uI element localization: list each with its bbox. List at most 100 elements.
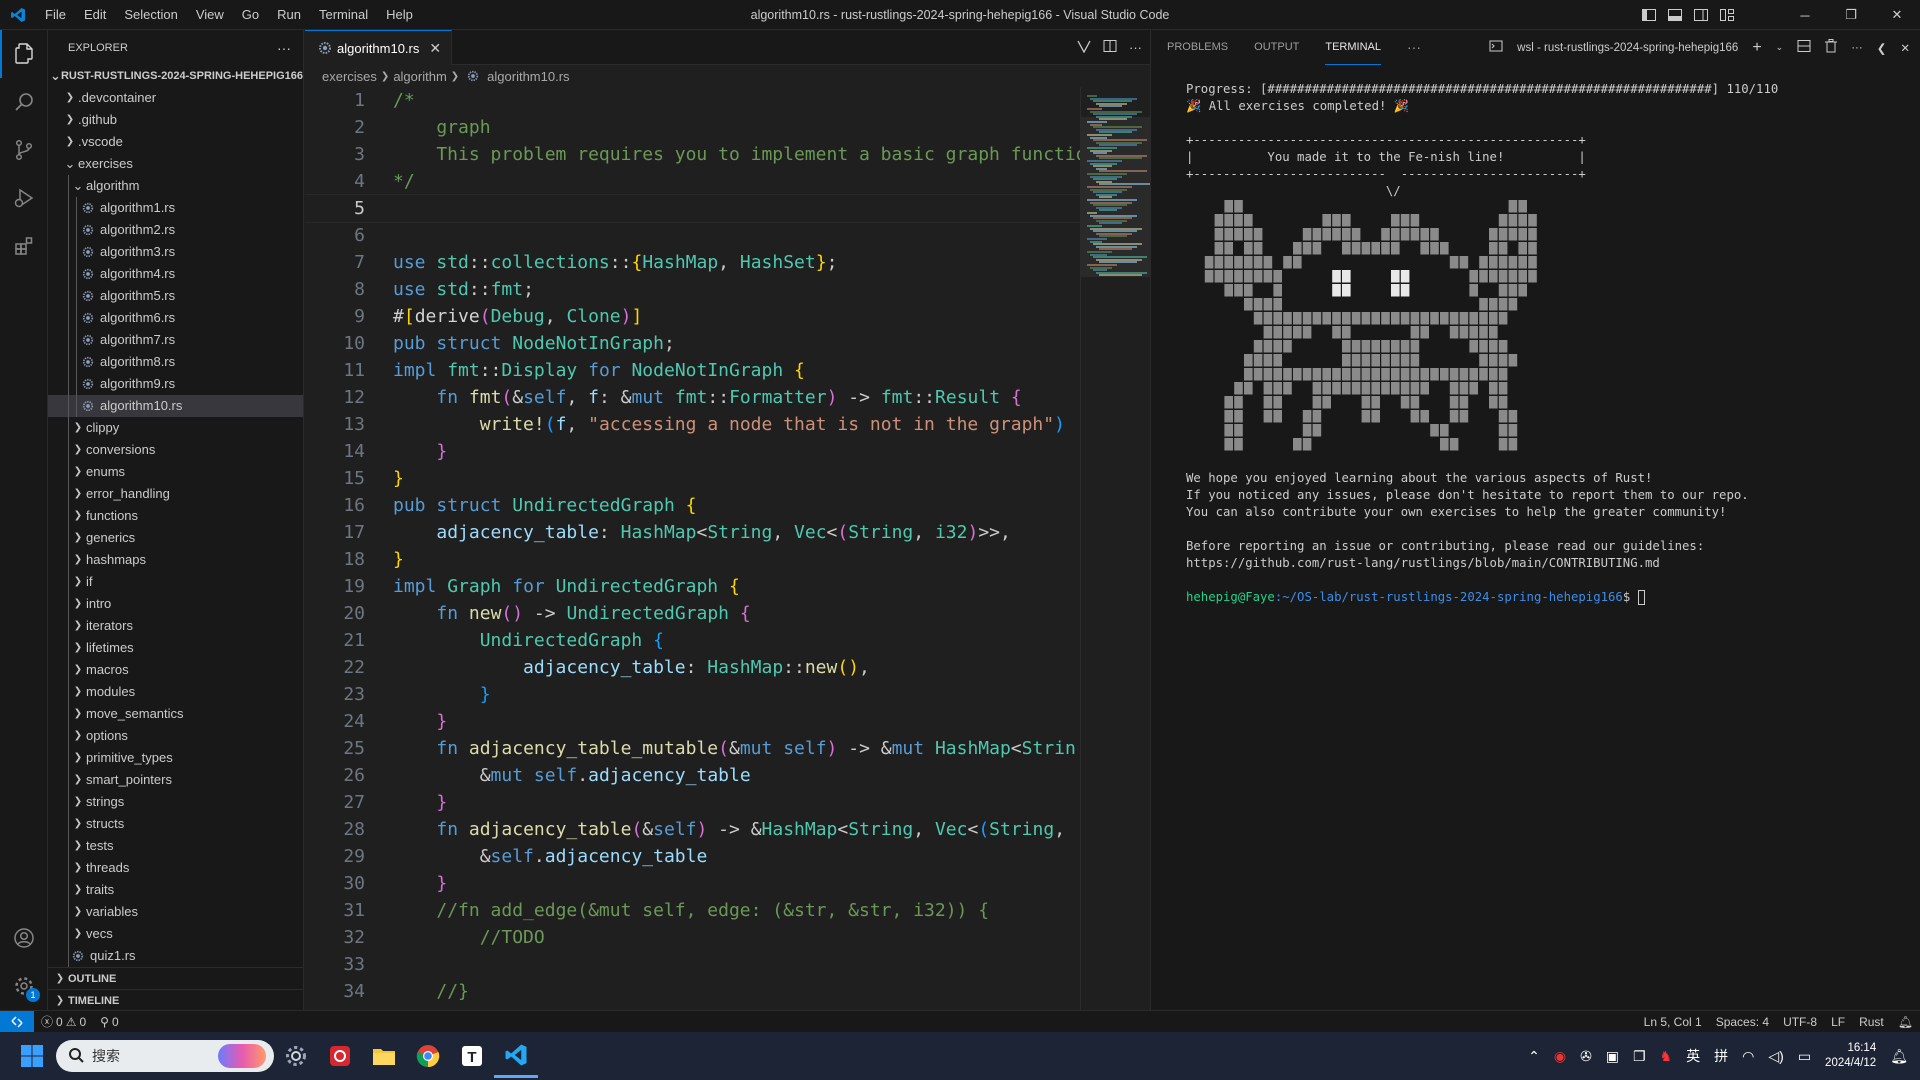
notification-bell-icon[interactable]: 🔔︎: [1890, 1048, 1908, 1065]
code-line[interactable]: 26 &mut self.adjacency_table: [305, 762, 1085, 789]
code-editor[interactable]: 1/* 2 graph 3 This problem requires you to…: [305, 87, 1085, 1010]
terminal-more-icon[interactable]: ···: [1851, 42, 1863, 54]
toggle-secondary-sidebar-icon[interactable]: [1688, 0, 1714, 30]
ime-language[interactable]: 英: [1686, 1046, 1700, 1066]
files-icon[interactable]: [0, 30, 48, 78]
tree-folder[interactable]: ❯ enums: [48, 461, 303, 483]
tree-file[interactable]: algorithm10.rs: [48, 395, 303, 417]
remote-indicator-icon[interactable]: [0, 1010, 34, 1033]
code-line[interactable]: 15}: [305, 465, 1085, 492]
minimize-icon[interactable]: ─: [1782, 0, 1828, 30]
taskbar-search[interactable]: 搜索: [56, 1040, 274, 1072]
tree-folder[interactable]: ❯ modules: [48, 681, 303, 703]
tree-file[interactable]: algorithm1.rs: [48, 197, 303, 219]
code-line[interactable]: 8 use std::fmt;: [305, 276, 1085, 303]
close-window-icon[interactable]: ✕: [1874, 0, 1920, 30]
split-terminal-icon[interactable]: [1797, 39, 1811, 56]
tree-file[interactable]: algorithm6.rs: [48, 307, 303, 329]
menu-view[interactable]: View: [187, 0, 233, 30]
tree-folder[interactable]: ❯ threads: [48, 857, 303, 879]
tree-file[interactable]: algorithm8.rs: [48, 351, 303, 373]
tree-folder[interactable]: ❯ tests: [48, 835, 303, 857]
panel-more-icon[interactable]: ···: [1407, 30, 1421, 65]
code-line[interactable]: 24 }: [305, 708, 1085, 735]
tree-folder[interactable]: ❯ vecs: [48, 923, 303, 945]
code-line[interactable]: 27 }: [305, 789, 1085, 816]
code-line[interactable]: 22 adjacency_table: HashMap::new(),: [305, 654, 1085, 681]
code-line[interactable]: 20 fn new() -> UndirectedGraph {: [305, 600, 1085, 627]
tree-folder[interactable]: ❯ hashmaps: [48, 549, 303, 571]
notifications-icon[interactable]: 🔔︎: [1891, 1015, 1920, 1029]
tree-folder[interactable]: ❯ conversions: [48, 439, 303, 461]
tree-folder-algorithm[interactable]: ⌄ algorithm: [48, 175, 303, 197]
chevron-down-icon[interactable]: ⌄: [1776, 42, 1784, 53]
code-line[interactable]: 28 fn adjacency_table(&self) -> &HashMap…: [305, 816, 1085, 843]
editor-more-icon[interactable]: ···: [1129, 40, 1142, 55]
tree-folder[interactable]: ❯ strings: [48, 791, 303, 813]
menu-terminal[interactable]: Terminal: [310, 0, 377, 30]
tree-file[interactable]: algorithm7.rs: [48, 329, 303, 351]
kill-terminal-icon[interactable]: [1825, 39, 1838, 56]
breadcrumb-item[interactable]: algorithm10.rs: [487, 69, 569, 84]
code-line[interactable]: 7 use std::collections::{HashMap, HashSet…: [305, 249, 1085, 276]
code-line[interactable]: 34 //}: [305, 978, 1085, 1005]
terminal-prompt[interactable]: hehepig@Faye:~/OS-lab/rust-rustlings-202…: [1186, 589, 1906, 606]
code-line[interactable]: 21 UndirectedGraph {: [305, 627, 1085, 654]
cursor-position[interactable]: Ln 5, Col 1: [1637, 1015, 1709, 1029]
chevron-up-icon[interactable]: ⌃: [1528, 1048, 1540, 1065]
tree-folder[interactable]: ❯ error_handling: [48, 483, 303, 505]
typora-icon[interactable]: T: [450, 1034, 494, 1078]
new-terminal-icon[interactable]: +: [1752, 39, 1761, 57]
code-line[interactable]: 9 #[derive(Debug, Clone)]: [305, 303, 1085, 330]
code-line[interactable]: 32 //TODO: [305, 924, 1085, 951]
breadcrumb-item[interactable]: algorithm: [393, 69, 446, 84]
problems-status[interactable]: ⓧ 0 ⚠ 0: [34, 1013, 93, 1030]
chrome-icon[interactable]: [406, 1034, 450, 1078]
tab-output[interactable]: OUTPUT: [1254, 30, 1299, 65]
search-icon[interactable]: [0, 78, 48, 126]
code-line[interactable]: 23 }: [305, 681, 1085, 708]
tree-folder[interactable]: ❯ traits: [48, 879, 303, 901]
code-line[interactable]: 19 impl Graph for UndirectedGraph {: [305, 573, 1085, 600]
code-line[interactable]: 10 pub struct NodeNotInGraph;: [305, 330, 1085, 357]
tree-folder[interactable]: ❯ clippy: [48, 417, 303, 439]
code-line[interactable]: 1 /*: [305, 87, 1085, 114]
code-line[interactable]: 18}: [305, 546, 1085, 573]
tree-file[interactable]: algorithm5.rs: [48, 285, 303, 307]
terminal-name[interactable]: wsl - rust-rustlings-2024-spring-hehepig…: [1517, 42, 1738, 54]
close-tab-icon[interactable]: ✕: [429, 40, 441, 57]
tree-folder-exercises[interactable]: ⌄ exercises: [48, 153, 303, 175]
tree-folder[interactable]: ❯ generics: [48, 527, 303, 549]
code-line[interactable]: 2 graph: [305, 114, 1085, 141]
battery-icon[interactable]: ▭: [1798, 1048, 1811, 1065]
compare-icon[interactable]: [1077, 39, 1091, 56]
language-mode[interactable]: Rust: [1852, 1015, 1891, 1029]
vscode-taskbar-icon[interactable]: [494, 1034, 538, 1078]
tab-algorithm10[interactable]: algorithm10.rs ✕: [305, 30, 453, 65]
code-line[interactable]: 17 adjacency_table: HashMap<String, Vec<…: [305, 519, 1085, 546]
toggle-panel-icon[interactable]: [1662, 0, 1688, 30]
tree-folder[interactable]: ❯ move_semantics: [48, 703, 303, 725]
restore-icon[interactable]: ❐: [1828, 0, 1874, 30]
tree-folder[interactable]: ❯ .vscode: [48, 131, 303, 153]
windows-start-icon[interactable]: [10, 1034, 54, 1078]
code-line[interactable]: 6: [305, 222, 1085, 249]
tree-folder[interactable]: ❯ macros: [48, 659, 303, 681]
menu-file[interactable]: File: [36, 0, 75, 30]
code-line[interactable]: 3 This problem requires you to implement…: [305, 141, 1085, 168]
volume-icon[interactable]: ◁): [1768, 1048, 1783, 1065]
line-ending[interactable]: LF: [1824, 1015, 1852, 1029]
tree-folder[interactable]: ❯ variables: [48, 901, 303, 923]
clock[interactable]: 16:14 2024/4/12: [1825, 1041, 1876, 1071]
menu-run[interactable]: Run: [268, 0, 310, 30]
code-line[interactable]: 30 }: [305, 870, 1085, 897]
indentation[interactable]: Spaces: 4: [1709, 1015, 1776, 1029]
code-line[interactable]: 16 pub struct UndirectedGraph {: [305, 492, 1085, 519]
tree-folder[interactable]: ❯ functions: [48, 505, 303, 527]
menu-edit[interactable]: Edit: [75, 0, 115, 30]
tree-folder[interactable]: ❯ lifetimes: [48, 637, 303, 659]
menu-selection[interactable]: Selection: [115, 0, 186, 30]
toggle-primary-sidebar-icon[interactable]: [1636, 0, 1662, 30]
app-tray-icon[interactable]: ▣: [1606, 1048, 1619, 1065]
code-line[interactable]: 13 write!(f, "accessing a node that is n…: [305, 411, 1085, 438]
